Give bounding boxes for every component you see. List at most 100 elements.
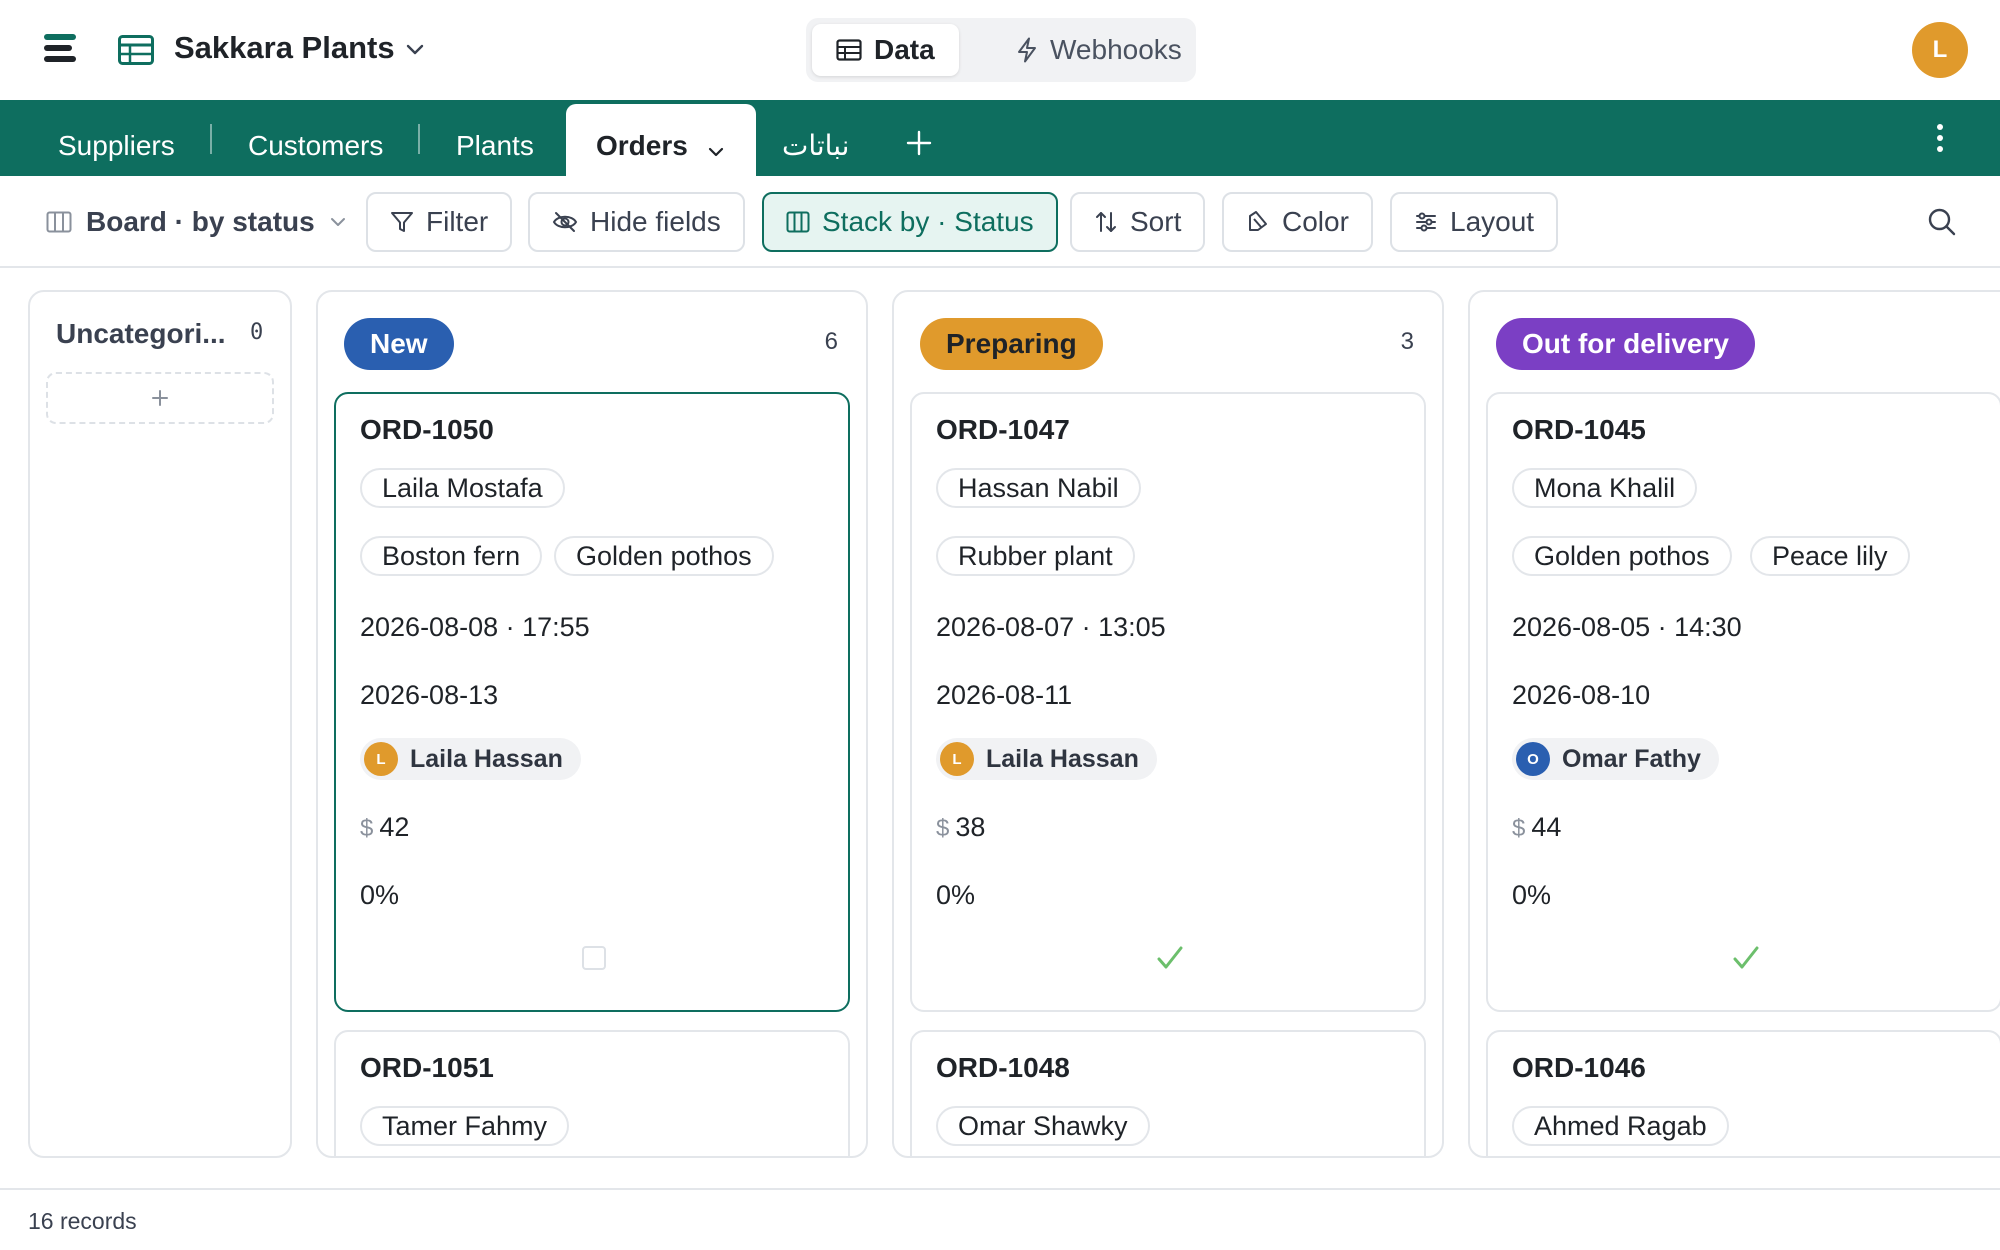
customer-chip: Tamer Fahmy	[360, 1106, 570, 1146]
columns-icon	[786, 211, 810, 233]
plant-chip: Golden pothos	[554, 536, 774, 576]
hide-fields-label: Hide fields	[590, 206, 721, 237]
tab-plants[interactable]: Plants	[456, 100, 534, 176]
order-total: $42	[360, 812, 409, 843]
column-uncategorized: Uncategori... 0	[28, 290, 292, 1158]
tab-orders-label: Orders	[596, 130, 688, 161]
filter-button[interactable]: Filter	[366, 192, 513, 252]
tab-plants-arabic[interactable]: نباتات	[782, 100, 849, 176]
check-icon	[1157, 946, 1183, 969]
customer-chip: Laila Mostafa	[360, 468, 565, 508]
discount-value: 0%	[936, 880, 976, 910]
color-button[interactable]: Color	[1222, 192, 1373, 252]
paint-bucket-icon	[1249, 211, 1267, 231]
tables-bar: Suppliers Customers Plants Orders نباتات	[0, 100, 2000, 176]
card-title: ORD-1050	[360, 414, 494, 445]
chevron-down-icon[interactable]	[706, 142, 726, 162]
column-count: 0	[250, 320, 264, 345]
add-card-button[interactable]	[46, 372, 274, 424]
check-icon	[1733, 946, 1759, 969]
plus-icon	[152, 390, 168, 406]
layout-label: Layout	[1450, 206, 1535, 237]
record-card[interactable]: ORD-1050 Laila Mostafa Boston fern Golde…	[334, 392, 850, 1012]
currency-symbol: $	[936, 815, 950, 842]
assignee-chip: O Omar Fathy	[1512, 738, 1719, 780]
record-card[interactable]: ORD-1045 Mona Khalil Golden pothos Peace…	[1486, 392, 2000, 1012]
record-card[interactable]: ORD-1046 Ahmed Ragab	[1486, 1030, 2000, 1156]
filter-icon	[391, 212, 413, 232]
customer-chip: Omar Shawky	[936, 1106, 1150, 1146]
table-icon	[836, 39, 862, 61]
sort-label: Sort	[1130, 206, 1182, 237]
column-count: 6	[824, 328, 838, 355]
record-card[interactable]: ORD-1051 Tamer Fahmy	[334, 1030, 850, 1156]
user-avatar[interactable]: L	[1912, 22, 1968, 78]
column-out-for-delivery: Out for delivery 2 ORD-1045 Mona Khalil …	[1468, 290, 2000, 1158]
avatar: L	[940, 742, 974, 776]
sliders-icon	[1416, 212, 1436, 232]
order-datetime: 2026-08-08 · 17:55	[360, 612, 590, 642]
paid-checkbox[interactable]	[1728, 940, 1764, 976]
sort-icon	[1096, 212, 1116, 232]
card-title: ORD-1048	[936, 1052, 1070, 1083]
card-title: ORD-1047	[936, 414, 1070, 445]
column-preparing: Preparing 3 ORD-1047 Hassan Nabil Rubber…	[892, 290, 1444, 1158]
discount-value: 0%	[1512, 880, 1552, 910]
assignee-name: Laila Hassan	[410, 744, 563, 773]
delivery-date: 2026-08-13	[360, 680, 499, 710]
stack-by-button[interactable]: Stack by · Status	[762, 192, 1058, 252]
plant-chip: Peace lily	[1750, 536, 1910, 576]
search-icon[interactable]	[1926, 206, 1958, 238]
record-card[interactable]: ORD-1047 Hassan Nabil Rubber plant 2026-…	[910, 392, 1426, 1012]
hide-fields-button[interactable]: Hide fields	[528, 192, 745, 252]
paid-checkbox[interactable]	[1152, 940, 1188, 976]
order-total: $44	[1512, 812, 1561, 843]
plant-chip: Boston fern	[360, 536, 543, 576]
column-title: Uncategori...	[56, 318, 226, 349]
record-card[interactable]: ORD-1048 Omar Shawky	[910, 1030, 1426, 1156]
currency-symbol: $	[1512, 815, 1526, 842]
view-name: Board · by status	[86, 206, 315, 237]
mode-tab-label: Webhooks	[1050, 34, 1182, 65]
status-badge: Out for delivery	[1496, 318, 1755, 370]
layout-button[interactable]: Layout	[1390, 192, 1559, 252]
tab-customers[interactable]: Customers	[248, 100, 383, 176]
status-badge: Preparing	[920, 318, 1103, 370]
kanban-board: Uncategori... 0 New 6 ORD-1050 Laila Mos…	[0, 268, 2000, 1190]
card-title: ORD-1046	[1512, 1052, 1646, 1083]
record-count: 16 records	[28, 1208, 137, 1234]
delivery-date: 2026-08-11	[936, 680, 1073, 710]
status-badge: New	[344, 318, 454, 370]
board-view-icon	[46, 211, 72, 233]
more-vertical-icon[interactable]	[1930, 122, 1950, 154]
mode-tab-label: Data	[874, 34, 935, 65]
discount-value: 0%	[360, 880, 400, 910]
order-datetime: 2026-08-07 · 13:05	[936, 612, 1166, 642]
tab-separator	[418, 124, 420, 154]
view-selector[interactable]: Board · by status	[46, 204, 347, 240]
add-table-icon[interactable]	[904, 128, 934, 158]
assignee-name: Laila Hassan	[986, 744, 1139, 773]
status-footer: 16 records	[0, 1188, 2000, 1250]
view-toolbar: Board · by status Filter Hide fields Sta…	[0, 176, 2000, 268]
mode-tab-data[interactable]: Data	[812, 24, 959, 76]
checkbox-empty-icon	[582, 946, 606, 970]
base-title[interactable]: Sakkara Plants	[174, 30, 395, 66]
assignee-chip: L Laila Hassan	[360, 738, 581, 780]
tab-separator	[210, 124, 212, 154]
paid-checkbox[interactable]	[576, 940, 612, 976]
tab-suppliers[interactable]: Suppliers	[58, 100, 175, 176]
total-value: 42	[379, 812, 410, 842]
customer-chip: Mona Khalil	[1512, 468, 1698, 508]
card-title: ORD-1051	[360, 1052, 494, 1083]
mode-tab-webhooks[interactable]: Webhooks	[992, 24, 1206, 76]
tab-orders[interactable]: Orders	[566, 104, 756, 176]
top-bar: Sakkara Plants Data Webhooks L	[0, 0, 2000, 100]
column-count: 3	[1400, 328, 1414, 355]
sort-button[interactable]: Sort	[1070, 192, 1206, 252]
total-value: 38	[955, 812, 986, 842]
order-datetime: 2026-08-05 · 14:30	[1512, 612, 1742, 642]
menu-icon[interactable]	[40, 32, 80, 68]
chevron-down-icon[interactable]	[404, 38, 426, 60]
mode-switch: Data Webhooks	[806, 18, 1196, 82]
